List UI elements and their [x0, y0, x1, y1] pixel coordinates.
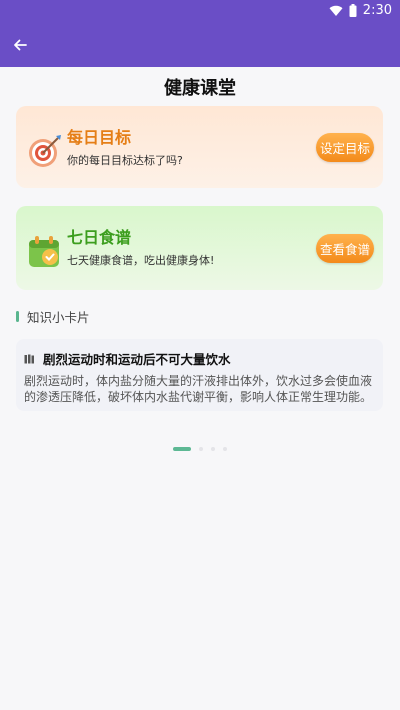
status-time: 2:30 — [362, 3, 392, 18]
target-dart-icon — [29, 135, 61, 167]
seven-day-recipe-subtitle: 七天健康食谱，吃出健康身体! — [67, 254, 215, 267]
view-recipe-button[interactable]: 查看食谱 — [316, 234, 374, 263]
battery-icon — [349, 4, 357, 17]
tip-header: 剧烈运动时和运动后不可大量饮水 — [24, 349, 231, 368]
set-goal-button[interactable]: 设定目标 — [316, 133, 374, 162]
seven-day-recipe-title: 七日食谱 — [67, 228, 132, 247]
pager-dot[interactable] — [223, 447, 227, 451]
section-accent-bar — [16, 311, 19, 322]
seven-day-recipe-card: 七日食谱 七天健康食谱，吃出健康身体! 查看食谱 — [16, 206, 383, 290]
status-bar: 2:30 — [0, 0, 400, 24]
knowledge-section-label: 知识小卡片 — [27, 310, 90, 325]
back-button[interactable] — [6, 31, 34, 59]
knowledge-tip-card[interactable]: 剧烈运动时和运动后不可大量饮水 剧烈运动时，体内盐分随大量的汗液排出体外，饮水过… — [16, 339, 383, 411]
calendar-check-icon — [29, 236, 59, 267]
tip-body: 剧烈运动时，体内盐分随大量的汗液排出体外，饮水过多会使血液的渗透压降低，破坏体内… — [24, 374, 373, 404]
pager-dot[interactable] — [199, 447, 203, 451]
wifi-icon — [329, 5, 343, 16]
knowledge-section-header: 知识小卡片 — [16, 307, 90, 326]
pager-indicator — [0, 447, 400, 451]
pager-dot[interactable] — [211, 447, 215, 451]
tip-title: 剧烈运动时和运动后不可大量饮水 — [43, 352, 231, 367]
daily-goal-card: 每日目标 你的每日目标达标了吗? 设定目标 — [16, 106, 383, 188]
book-icon — [24, 354, 34, 363]
daily-goal-title: 每日目标 — [67, 128, 132, 147]
daily-goal-subtitle: 你的每日目标达标了吗? — [67, 154, 183, 167]
arrow-left-icon — [14, 39, 27, 51]
app-bar — [0, 24, 400, 67]
page-title: 健康课堂 — [164, 78, 236, 99]
pager-dot-active[interactable] — [173, 447, 191, 451]
